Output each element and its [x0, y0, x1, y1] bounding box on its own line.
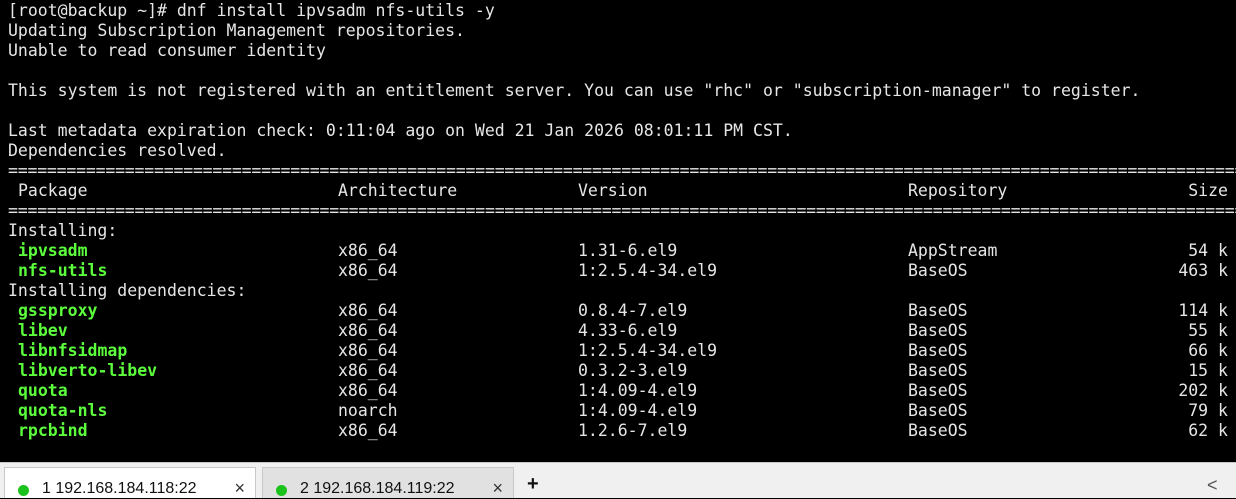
package-arch: x86_64	[338, 241, 398, 260]
scroll-left-icon[interactable]: <	[1207, 475, 1218, 496]
package-size: 202 k	[1178, 381, 1228, 400]
header-repository: Repository	[908, 181, 1008, 200]
session-tab-bar: 1 192.168.184.118:22 × 2 192.168.184.119…	[0, 462, 1236, 498]
package-arch: x86_64	[338, 421, 398, 440]
close-icon[interactable]: ×	[492, 478, 503, 499]
package-version: 4.33-6.el9	[578, 321, 678, 340]
package-name: quota-nls	[18, 401, 108, 420]
package-repo: BaseOS	[908, 381, 968, 400]
package-version: 0.3.2-3.el9	[578, 361, 688, 380]
header-version: Version	[578, 181, 648, 200]
package-version: 1:4.09-4.el9	[578, 381, 698, 400]
header-package: Package	[18, 181, 88, 200]
package-version: 1.2.6-7.el9	[578, 421, 688, 440]
package-arch: x86_64	[338, 321, 398, 340]
package-arch: noarch	[338, 401, 398, 420]
terminal-window[interactable]: [root@backup ~]# dnf install ipvsadm nfs…	[0, 0, 1236, 462]
package-version: 1:2.5.4-34.el9	[578, 261, 718, 280]
package-repo: BaseOS	[908, 421, 968, 440]
package-arch: x86_64	[338, 381, 398, 400]
package-name: ipvsadm	[18, 241, 88, 260]
package-name: libnfsidmap	[18, 341, 128, 360]
package-size: 55 k	[1188, 321, 1228, 340]
section-dependencies: Installing dependencies:	[8, 281, 247, 300]
package-repo: BaseOS	[908, 261, 968, 280]
package-version: 1.31-6.el9	[578, 241, 678, 260]
package-arch: x86_64	[338, 261, 398, 280]
package-repo: BaseOS	[908, 321, 968, 340]
package-arch: x86_64	[338, 361, 398, 380]
package-name: libev	[18, 321, 68, 340]
connected-status-icon	[276, 485, 287, 496]
package-repo: AppStream	[908, 241, 998, 260]
session-tab-2[interactable]: 2 192.168.184.119:22 ×	[262, 467, 514, 498]
section-installing: Installing:	[8, 221, 118, 240]
package-repo: BaseOS	[908, 361, 968, 380]
package-size: 62 k	[1188, 421, 1228, 440]
tab-label: 1 192.168.184.118:22	[42, 480, 197, 497]
package-repo: BaseOS	[908, 301, 968, 320]
package-size: 79 k	[1188, 401, 1228, 420]
package-size: 114 k	[1178, 301, 1228, 320]
terminal-line: This system is not registered with an en…	[8, 81, 1141, 100]
terminal-line: Updating Subscription Management reposit…	[8, 21, 465, 40]
terminal-line-command: [root@backup ~]# dnf install ipvsadm nfs…	[8, 1, 495, 20]
package-size: 463 k	[1178, 261, 1228, 280]
terminal-line: Unable to read consumer identity	[8, 41, 326, 60]
table-separator: ========================================…	[8, 201, 1236, 220]
package-repo: BaseOS	[908, 401, 968, 420]
package-version: 1:2.5.4-34.el9	[578, 341, 718, 360]
new-tab-button[interactable]: +	[527, 473, 539, 496]
package-version: 0.8.4-7.el9	[578, 301, 688, 320]
package-name: nfs-utils	[18, 261, 108, 280]
package-name: gssproxy	[18, 301, 98, 320]
package-name: libverto-libev	[18, 361, 158, 380]
terminal-line: Last metadata expiration check: 0:11:04 …	[8, 121, 793, 140]
package-name: rpcbind	[18, 421, 88, 440]
close-icon[interactable]: ×	[234, 478, 245, 499]
terminal-line: Dependencies resolved.	[8, 141, 227, 160]
table-separator: ========================================…	[8, 161, 1236, 180]
package-arch: x86_64	[338, 301, 398, 320]
package-size: 15 k	[1188, 361, 1228, 380]
package-name: quota	[18, 381, 68, 400]
session-tab-1[interactable]: 1 192.168.184.118:22 ×	[4, 467, 256, 498]
package-size: 66 k	[1188, 341, 1228, 360]
package-repo: BaseOS	[908, 341, 968, 360]
connected-status-icon	[18, 485, 29, 496]
header-architecture: Architecture	[338, 181, 458, 200]
tab-label: 2 192.168.184.119:22	[300, 480, 455, 497]
package-arch: x86_64	[338, 341, 398, 360]
package-size: 54 k	[1188, 241, 1228, 260]
package-version: 1:4.09-4.el9	[578, 401, 698, 420]
header-size: Size	[1188, 181, 1228, 200]
